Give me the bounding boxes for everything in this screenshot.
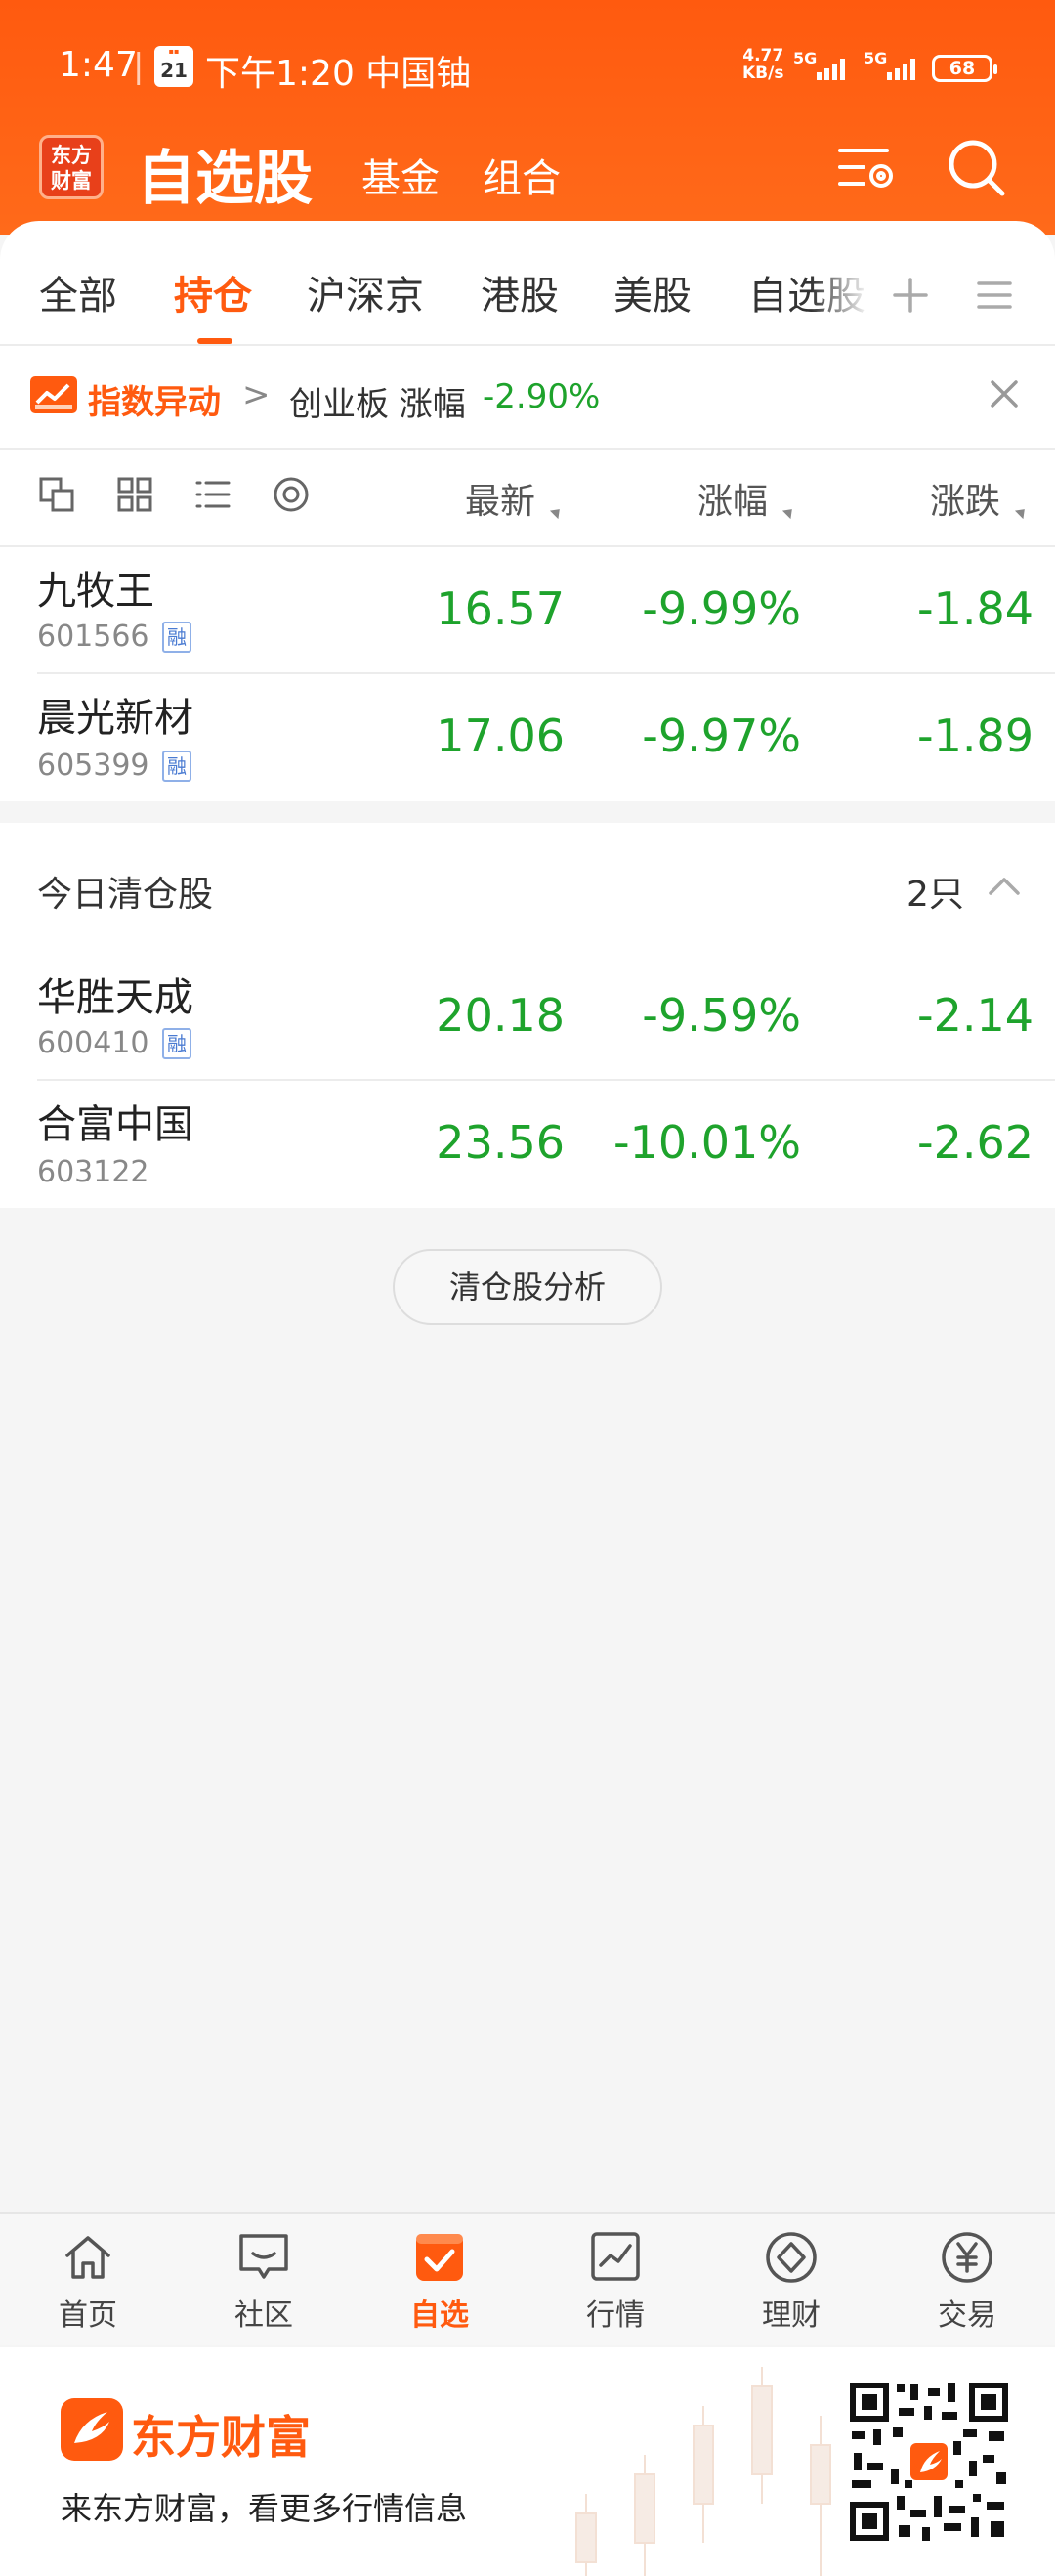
stock-price: 16.57 [436, 582, 565, 635]
candlestick-decoration [575, 2367, 831, 2576]
list-settings-icon[interactable] [832, 135, 901, 203]
signal-icon [887, 59, 916, 80]
divider [37, 672, 1055, 674]
nav-label: 理财 [762, 2298, 821, 2333]
stock-change-pct: -9.99% [642, 582, 801, 635]
app-logo: 东方 财富 [39, 135, 104, 199]
tab-holdings[interactable]: 持仓 [174, 264, 252, 321]
nav-label: 自选 [410, 2298, 469, 2333]
sim2-label: 5G [864, 49, 888, 67]
plus-icon[interactable] [889, 274, 932, 317]
nav-label: 社区 [234, 2298, 293, 2333]
index-alert-value: -2.90% [483, 377, 601, 416]
network-speed: 4.77 KB/s [742, 46, 784, 83]
status-notification: 下午1:20 中国铀 [205, 54, 469, 94]
stock-change: -1.89 [916, 709, 1034, 762]
calendar-icon: ▪▪ 21 [154, 46, 193, 87]
stock-change-pct: -9.97% [642, 709, 801, 762]
column-latest[interactable]: 最新 [465, 473, 535, 524]
nav-portfolio[interactable]: 组合 [483, 147, 561, 203]
battery-icon: 68 [932, 55, 997, 82]
stock-change-pct: -9.59% [642, 989, 801, 1042]
tab-all[interactable]: 全部 [39, 264, 117, 321]
nav-home[interactable]: 首页 [39, 2230, 137, 2334]
search-icon[interactable] [944, 135, 1012, 203]
stock-code: 601566 [37, 620, 149, 654]
status-separator: | [133, 47, 145, 86]
index-alert-text: 创业板 涨幅 [289, 385, 466, 424]
nav-label: 交易 [938, 2298, 996, 2333]
index-alert-icon [30, 376, 77, 413]
divider [0, 448, 1055, 450]
nav-watchlist[interactable]: 自选 [391, 2230, 488, 2334]
stock-code: 600410 [37, 1026, 149, 1060]
index-alert-title[interactable]: 指数异动 [88, 375, 221, 423]
nav-market[interactable]: 行情 [567, 2230, 664, 2334]
page-title[interactable]: 自选股 [137, 131, 313, 216]
qr-code-icon [846, 2379, 1012, 2545]
nav-label: 首页 [59, 2298, 117, 2333]
sim1-label: 5G [793, 49, 818, 67]
stock-change: -1.84 [916, 582, 1034, 635]
promo-tagline: 来东方财富，看更多行情信息 [61, 2490, 468, 2527]
nav-community[interactable]: 社区 [215, 2230, 313, 2334]
nav-fund[interactable]: 基金 [361, 147, 440, 203]
watchlist-icon [416, 2234, 463, 2281]
home-icon [65, 2236, 110, 2279]
stock-code: 603122 [37, 1155, 149, 1189]
promo-brand: 东方财富 [131, 2411, 311, 2464]
margin-badge: 融 [162, 1028, 191, 1059]
section-gap [0, 801, 1055, 823]
nav-wealth[interactable]: 理财 [742, 2230, 840, 2334]
cleared-count[interactable]: 2只 [907, 866, 964, 917]
stock-name: 合富中国 [37, 1102, 193, 1147]
tab-fade [811, 244, 869, 332]
stock-name: 华胜天成 [37, 975, 193, 1020]
divider [0, 545, 1055, 547]
margin-badge: 融 [162, 751, 191, 782]
target-icon[interactable] [272, 475, 311, 514]
column-change[interactable]: 涨跌 [930, 473, 1000, 524]
cleared-analysis-button[interactable]: 清仓股分析 [393, 1249, 662, 1325]
stock-price: 20.18 [436, 989, 565, 1042]
tab-sh-sz-bj[interactable]: 沪深京 [307, 264, 424, 321]
margin-badge: 融 [162, 622, 191, 653]
stock-change: -2.62 [916, 1116, 1034, 1169]
chevron-right-icon: > [242, 375, 271, 414]
stock-code: 605399 [37, 749, 149, 783]
yen-icon [942, 2232, 992, 2283]
stock-price: 17.06 [436, 709, 565, 762]
chart-icon [591, 2232, 640, 2281]
stock-price: 23.56 [436, 1116, 565, 1169]
divider [0, 344, 1055, 346]
stock-name: 九牧王 [37, 569, 154, 614]
brand-logo-icon [61, 2398, 123, 2461]
nav-label: 行情 [586, 2298, 645, 2333]
chat-icon [239, 2234, 288, 2279]
stock-change-pct: -10.01% [613, 1116, 801, 1169]
grid-icon[interactable] [115, 475, 154, 514]
diamond-icon [766, 2232, 817, 2283]
stock-change: -2.14 [916, 989, 1034, 1042]
nav-trade[interactable]: 交易 [918, 2230, 1016, 2334]
tab-us[interactable]: 美股 [613, 264, 692, 321]
cleared-section-title: 今日清仓股 [37, 875, 214, 915]
list-icon[interactable] [193, 475, 232, 514]
signal-icon [817, 59, 846, 80]
status-bar: 1:47 | ▪▪ 21 下午1:20 中国铀 4.77 KB/s 5G 5G 68 [0, 0, 1055, 127]
menu-icon[interactable] [973, 274, 1016, 317]
empty-area [0, 1208, 1055, 2212]
layout-icon[interactable] [37, 475, 76, 514]
stock-name: 晨光新材 [37, 696, 193, 741]
divider [37, 1079, 1055, 1081]
close-icon[interactable] [987, 376, 1022, 411]
column-change-pct[interactable]: 涨幅 [697, 473, 768, 524]
chevron-up-icon[interactable] [985, 872, 1024, 901]
status-time: 1:47 [59, 45, 138, 85]
bottom-nav [0, 2212, 1055, 2345]
tab-hk[interactable]: 港股 [481, 264, 559, 321]
